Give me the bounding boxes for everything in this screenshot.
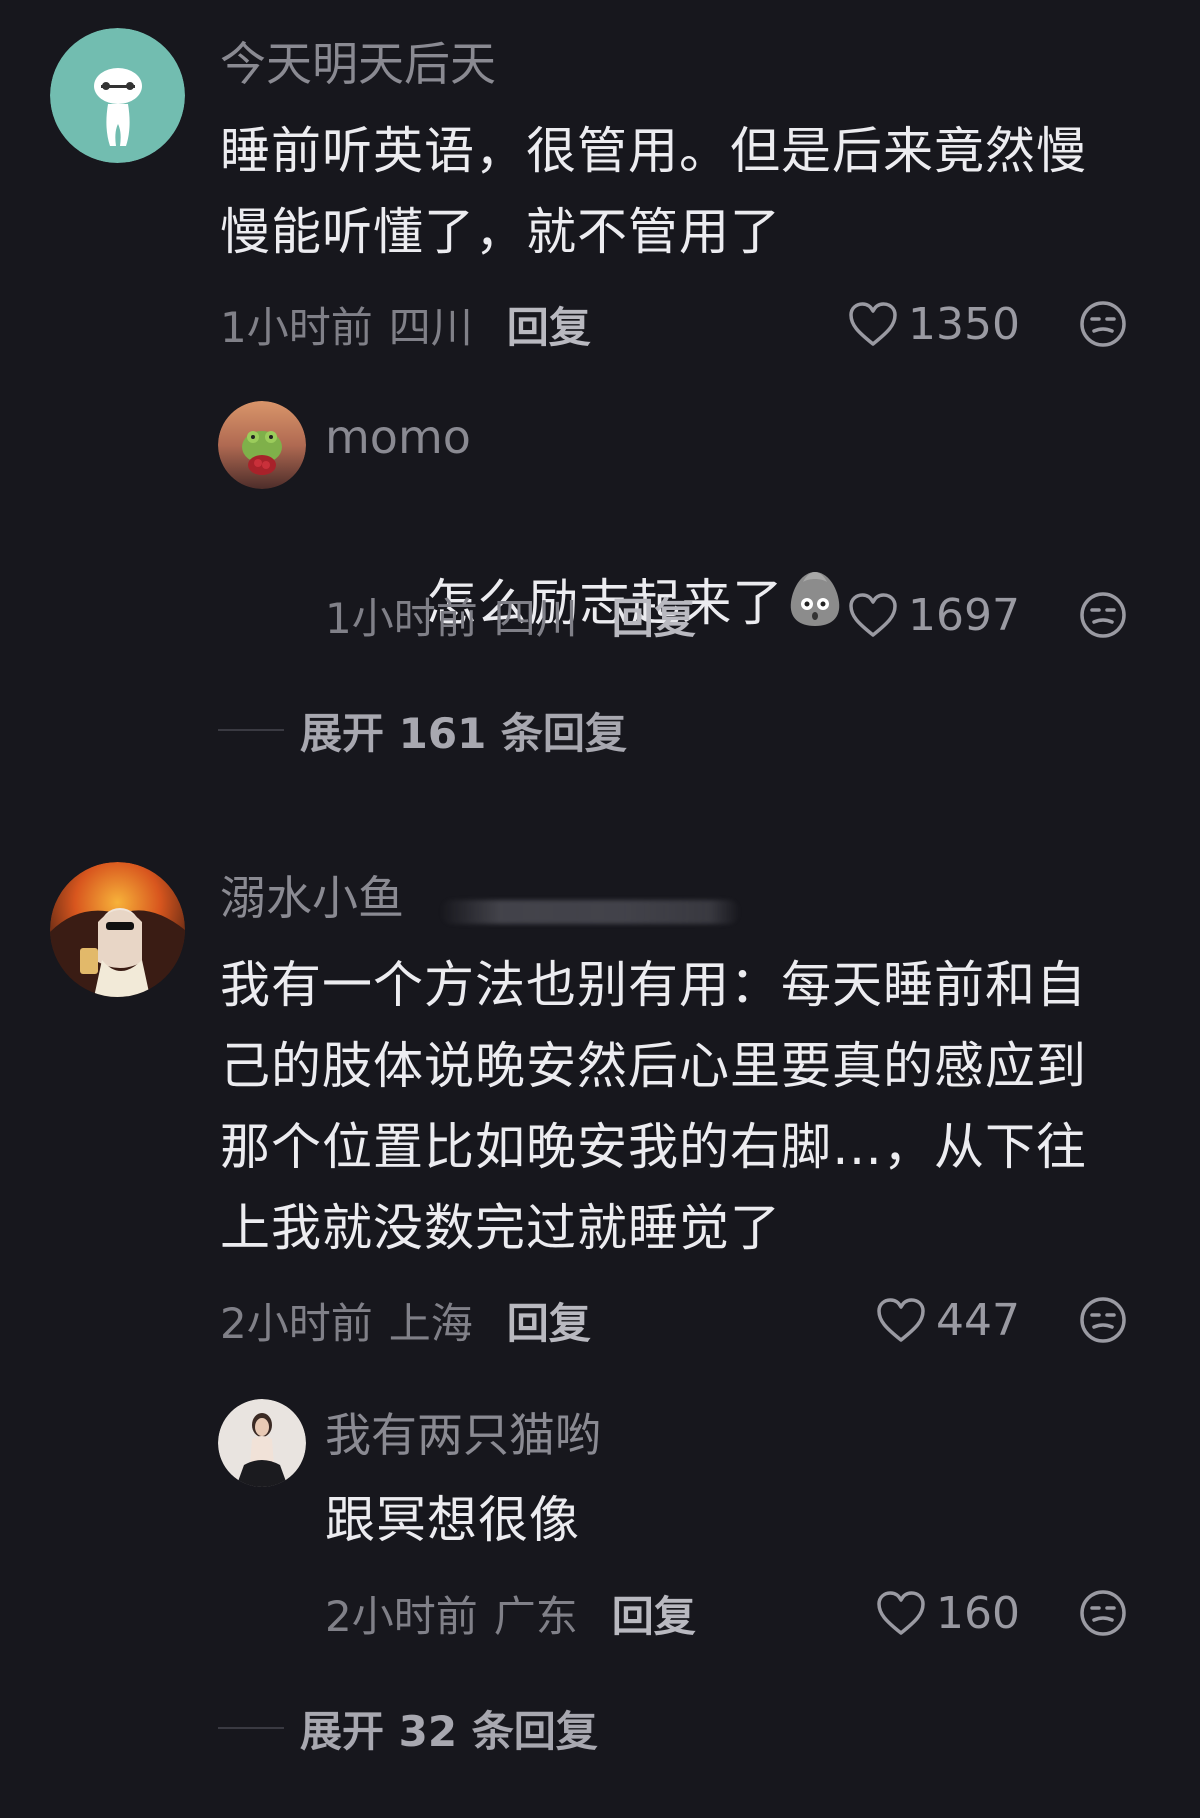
reply-location: 四川 bbox=[493, 593, 578, 643]
comment-username[interactable]: 今天明天后天 bbox=[220, 36, 496, 92]
like-count: 1697 bbox=[908, 589, 1020, 641]
comment-location: 上海 bbox=[388, 1298, 473, 1348]
blurred-text bbox=[440, 900, 740, 924]
reply-time: 2小时前 bbox=[325, 1591, 478, 1641]
expand-replies-button[interactable]: 展开 32 条回复 bbox=[218, 1698, 598, 1758]
like-count: 447 bbox=[936, 1294, 1020, 1346]
comment-meta: 1小时前 四川 回复 bbox=[220, 294, 591, 354]
volcano-avatar-icon bbox=[50, 862, 185, 997]
like-count: 1350 bbox=[908, 298, 1020, 350]
expand-divider bbox=[218, 1727, 284, 1729]
heart-icon bbox=[877, 1591, 925, 1635]
comment-text: 我有一个方法也别有用：每天睡前和自 己的肢体说晚安然后心里要真的感应到 那个位置… bbox=[220, 956, 1087, 1257]
like-button[interactable]: 447 bbox=[820, 1290, 1020, 1350]
reply-text: 跟冥想很像 bbox=[325, 1491, 580, 1549]
like-count: 160 bbox=[936, 1587, 1020, 1639]
reply-button[interactable]: 回复 bbox=[507, 294, 591, 355]
girl-avatar-icon bbox=[218, 1399, 306, 1487]
reply-time: 1小时前 bbox=[325, 593, 478, 643]
dislike-icon[interactable] bbox=[1078, 299, 1128, 349]
user-avatar[interactable] bbox=[218, 401, 306, 489]
expand-replies-button[interactable]: 展开 161 条回复 bbox=[218, 700, 627, 760]
baymax-avatar-icon bbox=[50, 28, 185, 163]
comment-time: 1小时前 bbox=[220, 302, 373, 352]
comment-meta: 2小时前 上海 回复 bbox=[220, 1290, 591, 1350]
frog-avatar-icon bbox=[218, 401, 306, 489]
comment-text: 睡前听英语，很管用。但是后来竟然慢 慢能听懂了，就不管用了 bbox=[220, 122, 1087, 261]
dislike-icon[interactable] bbox=[1078, 1295, 1128, 1345]
like-button[interactable]: 1350 bbox=[820, 294, 1020, 354]
comment-location: 四川 bbox=[388, 302, 473, 352]
reply-button[interactable]: 回复 bbox=[612, 585, 696, 646]
heart-icon bbox=[877, 1298, 925, 1342]
heart-icon bbox=[849, 302, 897, 346]
reply-meta: 2小时前 广东 回复 bbox=[325, 1583, 696, 1643]
user-avatar[interactable] bbox=[50, 862, 185, 997]
like-button[interactable]: 160 bbox=[820, 1583, 1020, 1643]
dislike-icon[interactable] bbox=[1078, 590, 1128, 640]
expand-label: 展开 32 条回复 bbox=[300, 1706, 598, 1756]
comment-username[interactable]: 溺水小鱼 bbox=[220, 870, 404, 926]
reply-button[interactable]: 回复 bbox=[612, 1583, 696, 1644]
user-avatar[interactable] bbox=[218, 1399, 306, 1487]
like-button[interactable]: 1697 bbox=[820, 585, 1020, 645]
reply-username[interactable]: momo bbox=[325, 409, 471, 465]
reply-username[interactable]: 我有两只猫哟 bbox=[325, 1407, 601, 1463]
reply-location: 广东 bbox=[493, 1591, 578, 1641]
expand-label: 展开 161 条回复 bbox=[300, 708, 627, 758]
heart-icon bbox=[849, 593, 897, 637]
reply-button[interactable]: 回复 bbox=[507, 1290, 591, 1351]
user-avatar[interactable] bbox=[50, 28, 185, 163]
reply-meta: 1小时前 四川 回复 bbox=[325, 585, 696, 645]
expand-divider bbox=[218, 729, 284, 731]
comment-time: 2小时前 bbox=[220, 1298, 373, 1348]
dislike-icon[interactable] bbox=[1078, 1588, 1128, 1638]
